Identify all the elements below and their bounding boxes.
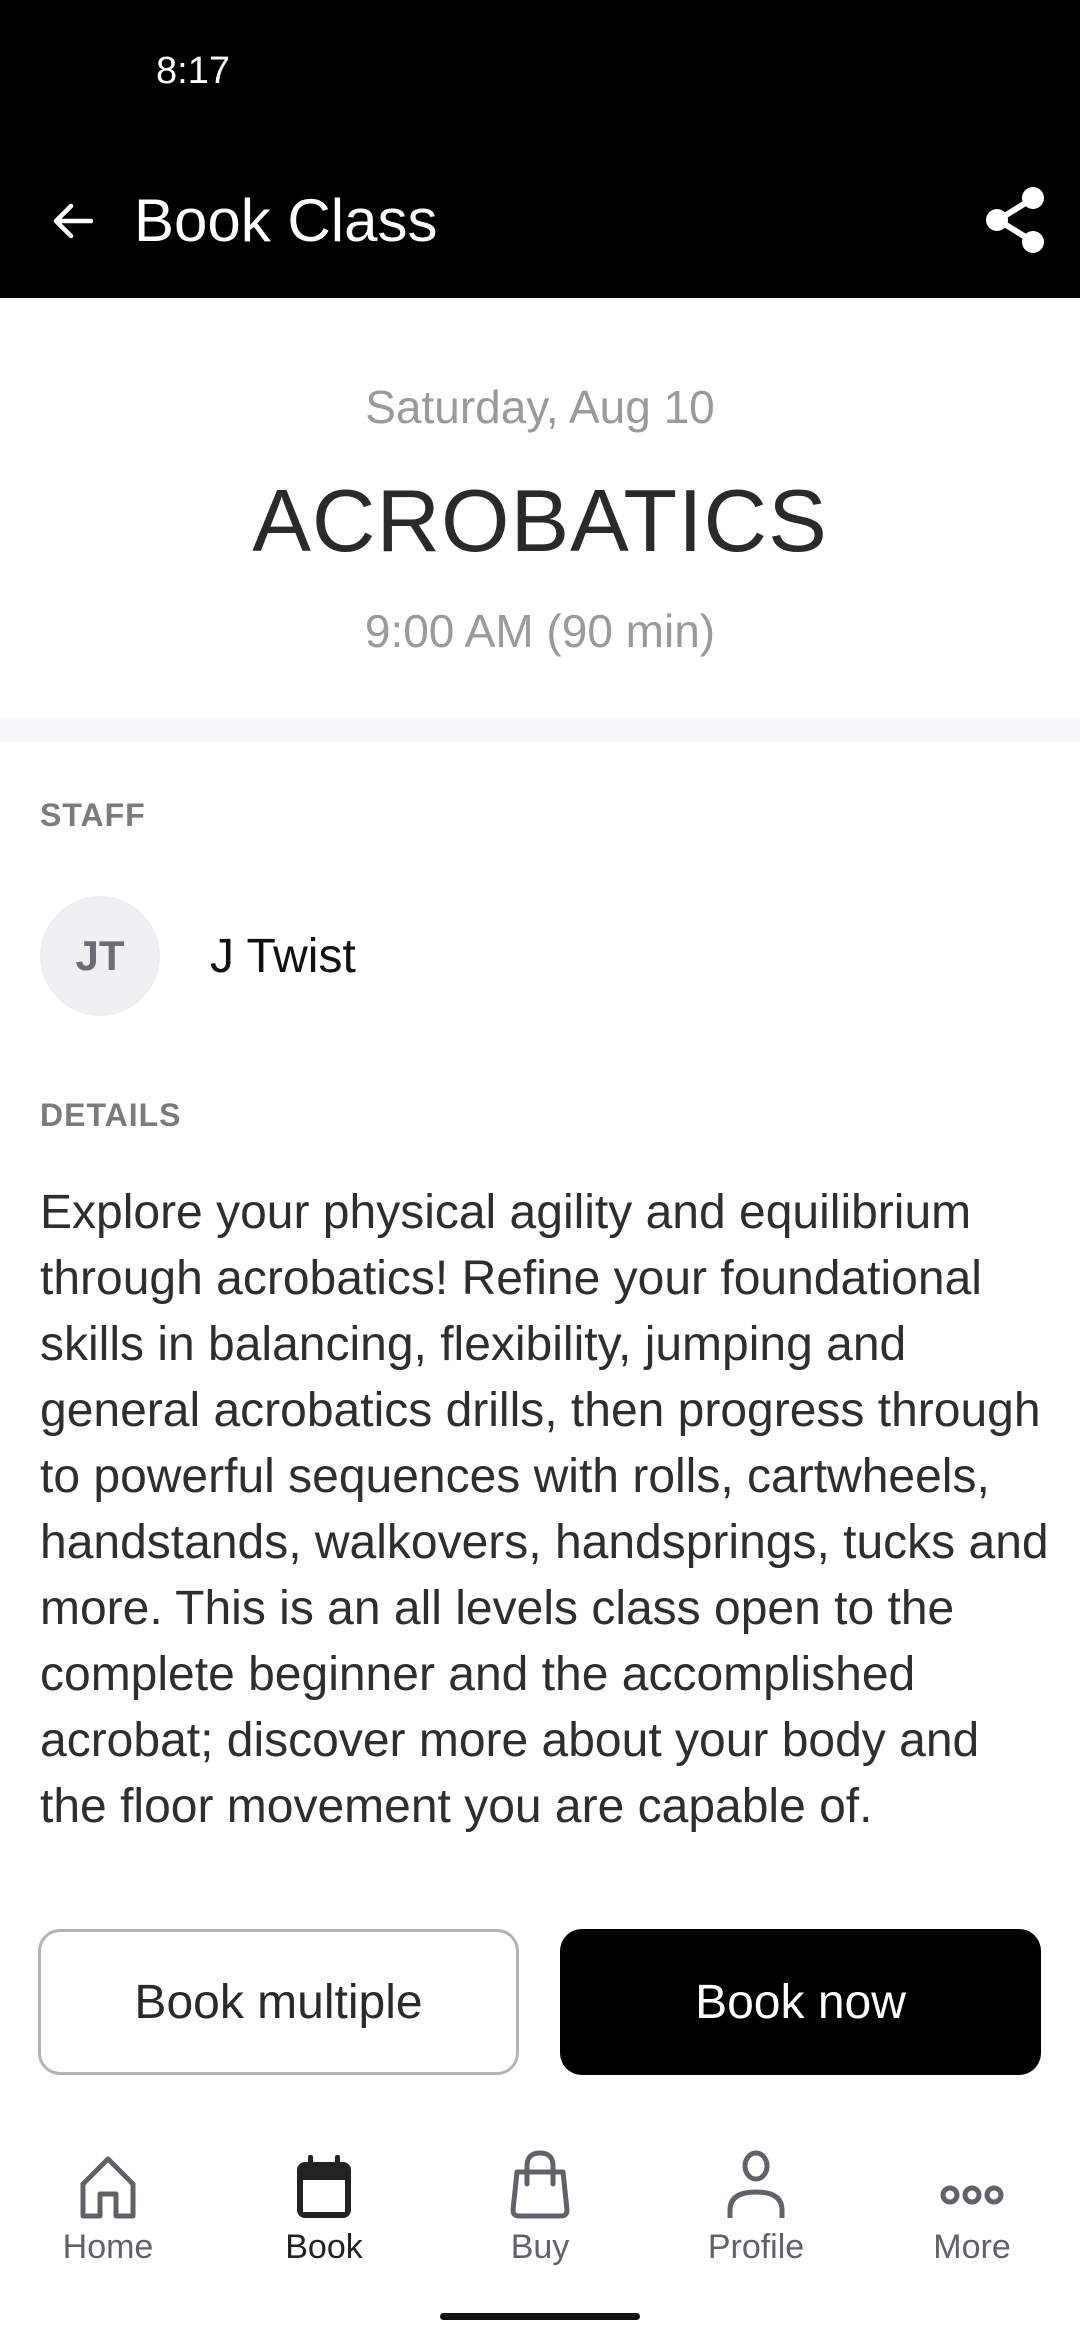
book-now-button[interactable]: Book now (560, 1929, 1041, 2075)
avatar: JT (40, 896, 160, 1016)
class-header: Saturday, Aug 10 ACROBATICS 9:00 AM (90 … (0, 298, 1080, 718)
tab-label: Home (62, 2228, 154, 2266)
share-button[interactable] (975, 180, 1055, 260)
person-icon (727, 2150, 785, 2218)
tab-more[interactable]: More (864, 2140, 1080, 2290)
tab-buy[interactable]: Buy (432, 2140, 648, 2290)
staff-item[interactable]: JT J Twist (40, 896, 356, 1016)
tab-label: Buy (510, 2228, 570, 2266)
tab-label: Book (285, 2228, 363, 2266)
class-time: 9:00 AM (90 min) (364, 605, 716, 657)
calendar-icon (297, 2155, 351, 2218)
status-bar: 8:17 (0, 0, 1080, 110)
staff-name: J Twist (210, 929, 356, 983)
tab-label: Profile (707, 2228, 805, 2266)
class-description: Explore your physical agility and equili… (40, 1186, 1049, 1833)
tab-profile[interactable]: Profile (648, 2140, 864, 2290)
arrow-left-icon (53, 203, 94, 239)
more-dots-icon (940, 2185, 1004, 2205)
staff-section-label: STAFF (40, 797, 146, 833)
bottom-tab-bar: Home Book Buy Profile More (0, 2140, 1080, 2290)
book-multiple-button[interactable]: Book multiple (38, 1929, 519, 2075)
share-icon (986, 187, 1044, 253)
class-name: ACROBATICS (252, 471, 828, 570)
back-button[interactable] (40, 188, 106, 254)
page-title: Book Class (134, 187, 438, 254)
app-bar: Book Class (0, 110, 1080, 298)
status-time: 8:17 (156, 50, 230, 92)
tab-home[interactable]: Home (0, 2140, 216, 2290)
section-divider (0, 718, 1080, 742)
class-date: Saturday, Aug 10 (365, 381, 715, 433)
details-section-label: DETAILS (40, 1097, 182, 1133)
home-icon (80, 2156, 136, 2219)
shopping-bag-icon (510, 2150, 570, 2219)
tab-book[interactable]: Book (216, 2140, 432, 2290)
home-indicator[interactable] (440, 2313, 640, 2320)
tab-label: More (933, 2228, 1011, 2266)
